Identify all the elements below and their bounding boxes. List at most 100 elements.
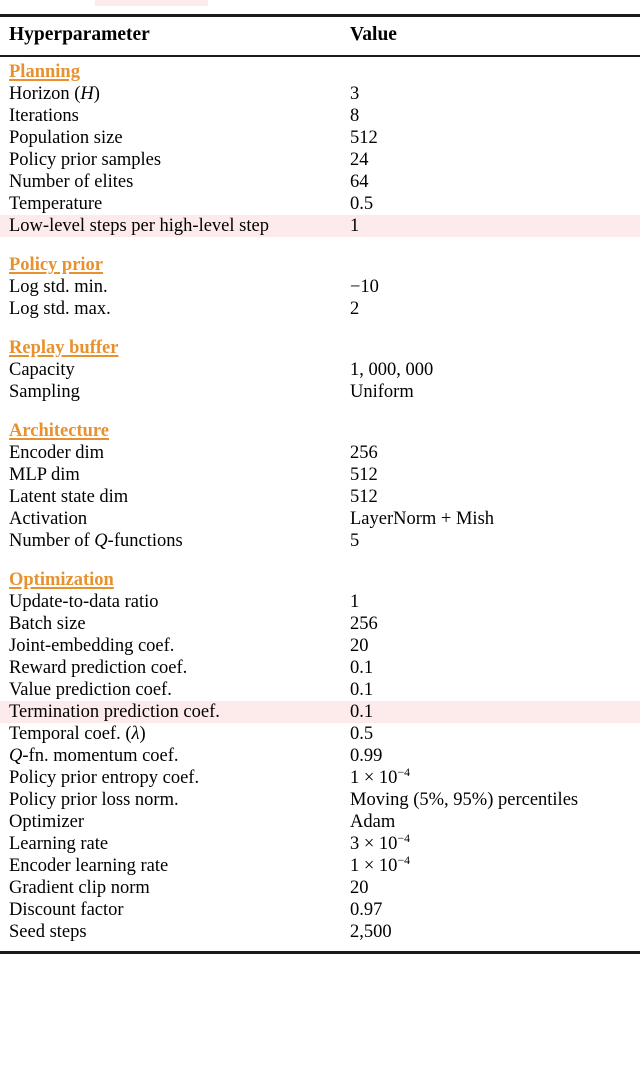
row-key: Reward prediction coef. xyxy=(9,658,188,678)
row-key: Population size xyxy=(9,128,123,148)
row-value: 0.1 xyxy=(350,702,374,722)
table-row: Seed steps 2,500 xyxy=(0,921,640,943)
row-key: Gradient clip norm xyxy=(9,878,150,898)
row-key: Policy prior samples xyxy=(9,150,162,170)
row-value: Moving (5%, 95%) percentiles xyxy=(350,790,579,810)
section-title-row: Policy prior xyxy=(0,254,640,276)
row-key: Policy prior loss norm. xyxy=(9,790,179,810)
row-value: 64 xyxy=(350,172,369,192)
table-row: Gradient clip norm 20 xyxy=(0,877,640,899)
section-title: Optimization xyxy=(9,570,114,590)
row-value: 20 xyxy=(350,878,369,898)
row-key: Sampling xyxy=(9,382,80,402)
row-value: 0.5 xyxy=(350,724,374,744)
row-value: Uniform xyxy=(350,382,414,402)
row-key: Low-level steps per high-level step xyxy=(9,216,269,236)
table-row: Iterations 8 xyxy=(0,105,640,127)
row-key: Number of Q-functions xyxy=(9,531,183,551)
row-key: Activation xyxy=(9,509,88,529)
row-value: 1 xyxy=(350,592,360,612)
row-key: Seed steps xyxy=(9,922,87,942)
section-title: Planning xyxy=(9,62,80,82)
row-value: 256 xyxy=(350,614,378,634)
table-row: Temperature 0.5 xyxy=(0,193,640,215)
table-body: Planning Horizon (H) 3 Iterations 8 Populatio… xyxy=(0,57,640,951)
table-section: Planning Horizon (H) 3 Iterations 8 Populatio… xyxy=(0,61,640,237)
table-row: Policy prior loss norm. Moving (5%, 95%) … xyxy=(0,789,640,811)
row-key: Batch size xyxy=(9,614,86,634)
row-value: 1 xyxy=(350,216,360,236)
table-row: Number of Q-functions 5 xyxy=(0,530,640,552)
row-value: 1 × 10−4 xyxy=(350,852,411,876)
table-row: Discount factor 0.97 xyxy=(0,899,640,921)
table-row: Optimizer Adam xyxy=(0,811,640,833)
row-value: 1, 000, 000 xyxy=(350,360,434,380)
table-section: Policy prior Log std. min. −10 Log std. max… xyxy=(0,254,640,320)
row-key: Number of elites xyxy=(9,172,134,192)
table-section: Optimization Update-to-data ratio 1 Batch s… xyxy=(0,569,640,943)
table-row: Log std. max. 2 xyxy=(0,298,640,320)
section-title-row: Optimization xyxy=(0,569,640,591)
row-key: Q-fn. momentum coef. xyxy=(9,746,179,766)
table-row: Termination prediction coef. 0.1 xyxy=(0,701,640,723)
table-row: Temporal coef. (λ) 0.5 xyxy=(0,723,640,745)
row-value: 0.1 xyxy=(350,680,374,700)
row-key: Discount factor xyxy=(9,900,124,920)
row-key: Update-to-data ratio xyxy=(9,592,159,612)
row-value: 0.5 xyxy=(350,194,374,214)
row-key: Joint-embedding coef. xyxy=(9,636,175,656)
row-value: 512 xyxy=(350,465,378,485)
row-value: Adam xyxy=(350,812,396,832)
row-key: Value prediction coef. xyxy=(9,680,172,700)
row-key: Temporal coef. (λ) xyxy=(9,724,146,744)
row-key: Log std. min. xyxy=(9,277,108,297)
table-row: Batch size 256 xyxy=(0,613,640,635)
table-row: Value prediction coef. 0.1 xyxy=(0,679,640,701)
row-key: Log std. max. xyxy=(9,299,111,319)
row-value: 3 xyxy=(350,84,360,104)
row-value: 8 xyxy=(350,106,360,126)
row-value: 24 xyxy=(350,150,369,170)
section-title: Architecture xyxy=(9,421,109,441)
table-row: Encoder dim 256 xyxy=(0,442,640,464)
table-row: Capacity 1, 000, 000 xyxy=(0,359,640,381)
row-value: 5 xyxy=(350,531,360,551)
row-value: −10 xyxy=(350,277,379,297)
row-key: Temperature xyxy=(9,194,103,214)
table-header-row: Hyperparameter Value xyxy=(0,17,640,55)
table-row: Policy prior samples 24 xyxy=(0,149,640,171)
row-value: 3 × 10−4 xyxy=(350,830,411,854)
row-value: 0.1 xyxy=(350,658,374,678)
table-row: Log std. min. −10 xyxy=(0,276,640,298)
section-title-row: Planning xyxy=(0,61,640,83)
hyperparameter-table: Hyperparameter Value Planning Horizon (H)… xyxy=(0,0,640,954)
table-bottom-rule xyxy=(0,951,640,954)
row-value: 0.99 xyxy=(350,746,383,766)
table-row: Low-level steps per high-level step 1 xyxy=(0,215,640,237)
table-row: Reward prediction coef. 0.1 xyxy=(0,657,640,679)
section-title: Policy prior xyxy=(9,255,104,275)
row-value: LayerNorm + Mish xyxy=(350,509,495,529)
row-key: Capacity xyxy=(9,360,75,380)
column-header-value: Value xyxy=(350,24,397,45)
table-row: Number of elites 64 xyxy=(0,171,640,193)
row-key: Iterations xyxy=(9,106,79,126)
section-title-row: Architecture xyxy=(0,420,640,442)
table-section: Architecture Encoder dim 256 MLP dim 512 Late… xyxy=(0,420,640,552)
row-value: 2,500 xyxy=(350,922,392,942)
row-key: Termination prediction coef. xyxy=(9,702,220,722)
row-key: Optimizer xyxy=(9,812,85,832)
row-value: 2 xyxy=(350,299,360,319)
row-key: Learning rate xyxy=(9,834,109,854)
table-row: Q-fn. momentum coef. 0.99 xyxy=(0,745,640,767)
table-row: MLP dim 512 xyxy=(0,464,640,486)
table-row: Horizon (H) 3 xyxy=(0,83,640,105)
row-key: Horizon (H) xyxy=(9,84,100,104)
row-key: Encoder dim xyxy=(9,443,105,463)
table-row: Sampling Uniform xyxy=(0,381,640,403)
section-title: Replay buffer xyxy=(9,338,119,358)
table-row: Learning rate 3 × 10−4 xyxy=(0,830,640,855)
table-row: Activation LayerNorm + Mish xyxy=(0,508,640,530)
column-header-hyperparameter: Hyperparameter xyxy=(9,24,150,45)
row-value: 512 xyxy=(350,487,378,507)
